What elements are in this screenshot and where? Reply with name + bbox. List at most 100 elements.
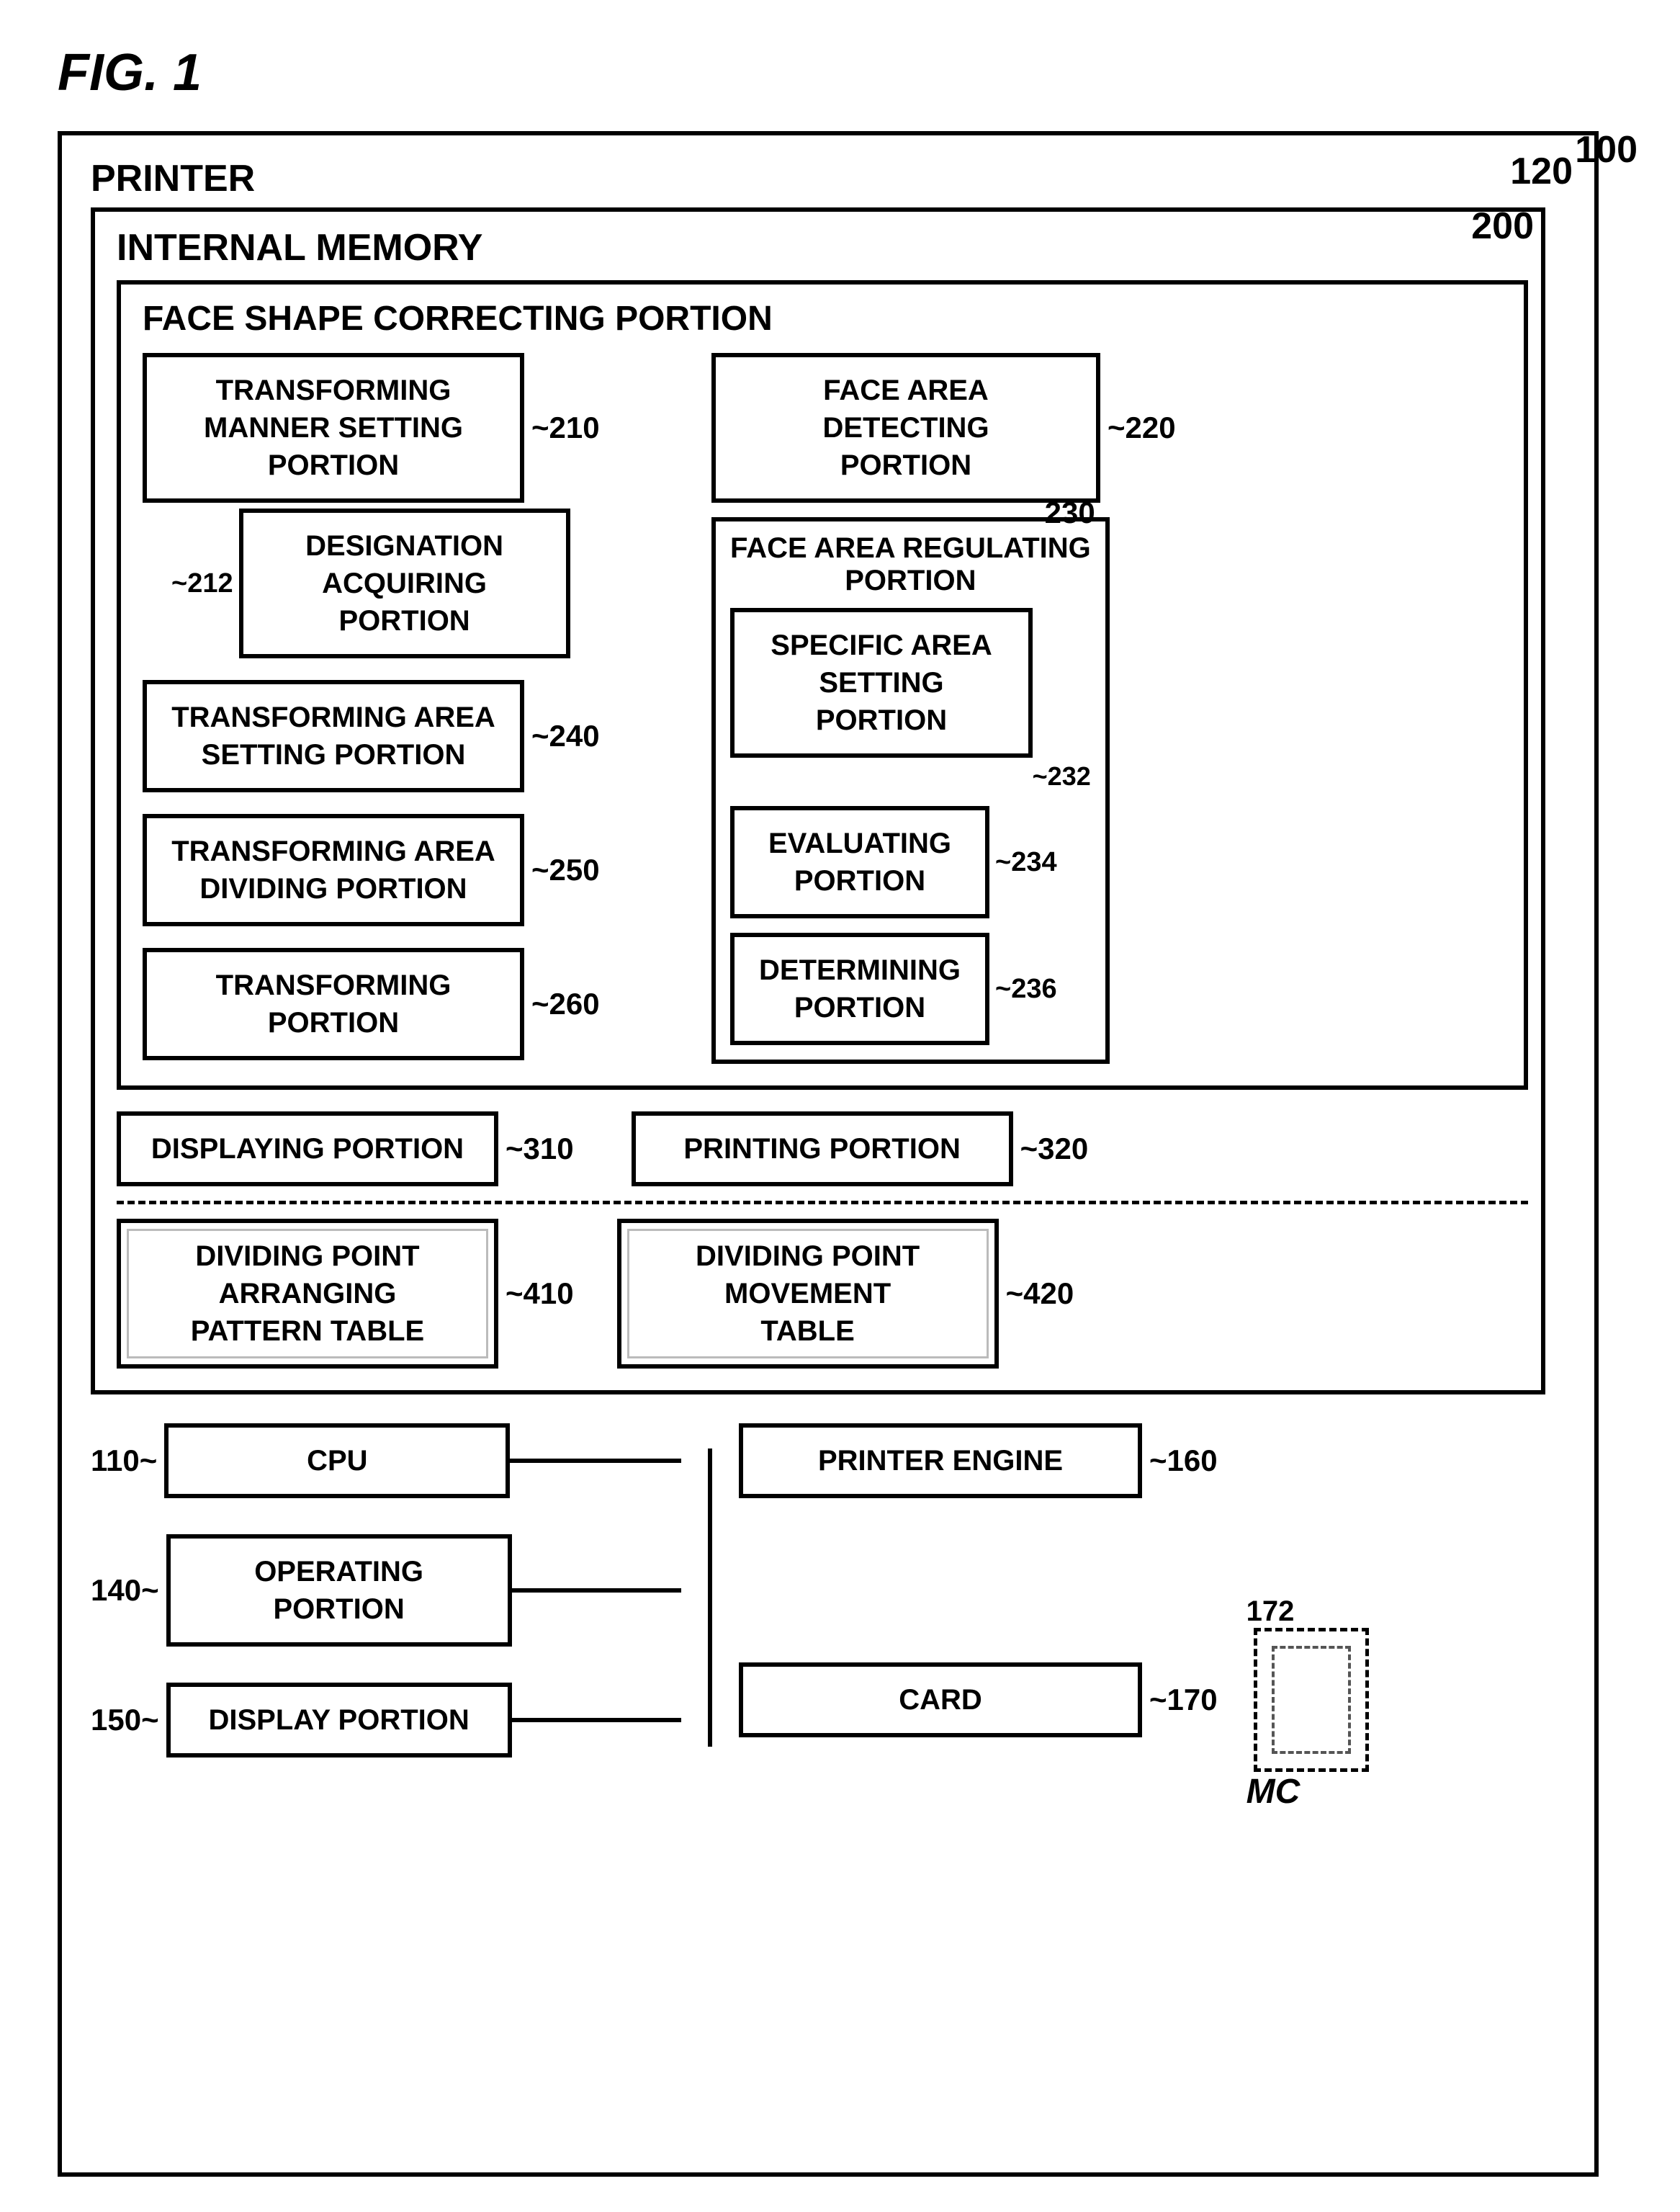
transforming-area-setting-row: TRANSFORMING AREA SETTING PORTION ~240: [143, 680, 683, 792]
vertical-connector: [708, 1448, 712, 1747]
dividing-arranging-text: DIVIDING POINT ARRANGING PATTERN TABLE: [143, 1237, 472, 1350]
face-area-detecting-text: FACE AREA DETECTING PORTION: [737, 372, 1074, 484]
center-connectors: [681, 1423, 739, 1772]
ref-250: ~250: [531, 853, 600, 887]
fig-title: FIG. 1: [58, 43, 1622, 102]
determining-text: DETERMINING PORTION: [756, 951, 963, 1026]
printer-engine-row: PRINTER ENGINE ~160: [739, 1423, 1545, 1498]
dividing-arranging-box: DIVIDING POINT ARRANGING PATTERN TABLE: [117, 1219, 498, 1369]
operating-row: 140~ OPERATING PORTION: [91, 1534, 681, 1647]
internal-memory-box: 200 INTERNAL MEMORY FACE SHAPE CORRECTIN…: [91, 207, 1545, 1394]
transforming-portion-row: TRANSFORMING PORTION ~260: [143, 948, 683, 1060]
display-connector: [512, 1718, 681, 1722]
face-area-reg-wrapper: 230 FACE AREA REGULATING PORTION SPECIFI…: [711, 517, 1110, 1064]
printer-label: PRINTER: [91, 157, 1566, 200]
ref-150: 150~: [91, 1703, 159, 1737]
printing-box: PRINTING PORTION: [632, 1111, 1013, 1186]
displaying-box: DISPLAYING PORTION: [117, 1111, 498, 1186]
face-area-reg-box: FACE AREA REGULATING PORTION SPECIFIC AR…: [711, 517, 1110, 1064]
internal-memory-label: INTERNAL MEMORY: [117, 226, 1519, 269]
displaying-row: DISPLAYING PORTION ~310: [117, 1111, 574, 1186]
display-row: 150~ DISPLAY PORTION: [91, 1683, 681, 1757]
mc-inner: [1272, 1646, 1351, 1754]
ref-212: ~212: [171, 568, 233, 599]
face-shape-right: FACE AREA DETECTING PORTION ~220 230 FAC…: [711, 353, 1502, 1064]
tables-row: DIVIDING POINT ARRANGING PATTERN TABLE ~…: [117, 1219, 1519, 1369]
ref-240: ~240: [531, 719, 600, 753]
face-shape-inner: TRANSFORMING MANNER SETTING PORTION ~210…: [143, 353, 1502, 1064]
page: FIG. 1 100 120 PRINTER 200 INTERNAL MEMO…: [0, 0, 1680, 2212]
transforming-manner-row: TRANSFORMING MANNER SETTING PORTION ~210: [143, 353, 683, 503]
ref-410: ~410: [506, 1276, 574, 1311]
ref-120: 120: [1510, 150, 1573, 193]
transforming-area-setting-box: TRANSFORMING AREA SETTING PORTION: [143, 680, 524, 792]
designation-acquiring-box: DESIGNATION ACQUIRING PORTION: [239, 509, 570, 658]
designation-acquiring-row: ~212 DESIGNATION ACQUIRING PORTION: [171, 509, 683, 658]
determining-row: DETERMINING PORTION ~236: [730, 933, 1091, 1045]
face-shape-label: FACE SHAPE CORRECTING PORTION: [143, 299, 1502, 339]
ref-236: ~236: [995, 974, 1057, 1005]
ref-420: ~420: [1006, 1276, 1074, 1311]
ref-220: ~220: [1108, 411, 1176, 445]
card-row: CARD ~170 172 MC: [739, 1628, 1545, 1772]
transforming-portion-box: TRANSFORMING PORTION: [143, 948, 524, 1060]
evaluating-row: EVALUATING PORTION ~234: [730, 806, 1091, 918]
dividing-movement-box: DIVIDING POINT MOVEMENT TABLE: [617, 1219, 999, 1369]
transforming-area-dividing-row: TRANSFORMING AREA DIVIDING PORTION ~250: [143, 814, 683, 926]
printing-text: PRINTING PORTION: [657, 1130, 987, 1168]
bottom-section: 110~ CPU 140~ OPERATING PORTION 150~: [91, 1423, 1545, 1772]
evaluating-box: EVALUATING PORTION: [730, 806, 989, 918]
cpu-box: CPU: [164, 1423, 510, 1498]
transforming-portion-text: TRANSFORMING PORTION: [169, 967, 498, 1042]
printer-engine-box: PRINTER ENGINE: [739, 1423, 1142, 1498]
ref-170: ~170: [1149, 1683, 1218, 1717]
transforming-area-setting-text: TRANSFORMING AREA SETTING PORTION: [169, 699, 498, 774]
card-box: CARD: [739, 1662, 1142, 1737]
determining-box: DETERMINING PORTION: [730, 933, 989, 1045]
ref-232-label: ~232: [730, 761, 1091, 792]
transforming-manner-text: TRANSFORMING MANNER SETTING PORTION: [169, 372, 498, 484]
mc-label: MC: [1246, 1772, 1301, 1812]
operating-box: OPERATING PORTION: [166, 1534, 512, 1647]
face-area-regulating-container: 230 FACE AREA REGULATING PORTION SPECIFI…: [711, 517, 1502, 1064]
printer-engine-text: PRINTER ENGINE: [765, 1442, 1116, 1479]
ref-110: 110~: [91, 1443, 157, 1478]
specific-area-text: SPECIFIC AREA SETTING PORTION: [756, 627, 1007, 739]
card-text: CARD: [765, 1681, 1116, 1719]
mc-box: [1254, 1628, 1369, 1772]
operating-text: OPERATING PORTION: [192, 1553, 486, 1628]
cpu-connector: [510, 1459, 681, 1463]
dashed-separator: [117, 1201, 1528, 1204]
specific-area-box: SPECIFIC AREA SETTING PORTION: [730, 608, 1033, 758]
face-area-detecting-box: FACE AREA DETECTING PORTION: [711, 353, 1100, 503]
dividing-arranging-row: DIVIDING POINT ARRANGING PATTERN TABLE ~…: [117, 1219, 574, 1369]
printing-row: PRINTING PORTION ~320: [632, 1111, 1089, 1186]
display-print-row: DISPLAYING PORTION ~310 PRINTING PORTION…: [117, 1111, 1519, 1186]
ref-320: ~320: [1020, 1132, 1089, 1166]
mc-container: 172 MC: [1239, 1628, 1369, 1772]
transforming-area-dividing-text: TRANSFORMING AREA DIVIDING PORTION: [169, 833, 498, 908]
evaluating-text: EVALUATING PORTION: [756, 825, 963, 900]
face-shape-box: FACE SHAPE CORRECTING PORTION TRANSFORMI…: [117, 280, 1528, 1090]
ref-160: ~160: [1149, 1443, 1218, 1478]
dividing-movement-text: DIVIDING POINT MOVEMENT TABLE: [643, 1237, 973, 1350]
spacer: [739, 1534, 1545, 1592]
ref-100: 100: [1575, 128, 1638, 171]
ref-234: ~234: [995, 847, 1057, 878]
ref-310: ~310: [506, 1132, 574, 1166]
operating-connector: [512, 1588, 681, 1593]
ref-172: 172: [1246, 1595, 1295, 1628]
designation-acquiring-text: DESIGNATION ACQUIRING PORTION: [265, 527, 544, 640]
ref-140: 140~: [91, 1573, 159, 1608]
ref-230-label-group: 230 FACE AREA REGULATING PORTION SPECIFI…: [711, 517, 1110, 1064]
transforming-manner-box: TRANSFORMING MANNER SETTING PORTION: [143, 353, 524, 503]
transforming-manner-group: TRANSFORMING MANNER SETTING PORTION ~210…: [143, 353, 683, 658]
displaying-text: DISPLAYING PORTION: [143, 1130, 472, 1168]
specific-area-row: SPECIFIC AREA SETTING PORTION: [730, 608, 1091, 758]
bottom-right: PRINTER ENGINE ~160 CARD ~170 172: [739, 1423, 1545, 1772]
dividing-movement-row: DIVIDING POINT MOVEMENT TABLE ~420: [617, 1219, 1074, 1369]
display-portion-box: DISPLAY PORTION: [166, 1683, 512, 1757]
ref-260: ~260: [531, 987, 600, 1021]
cpu-row: 110~ CPU: [91, 1423, 681, 1498]
face-area-detecting-row: FACE AREA DETECTING PORTION ~220: [711, 353, 1502, 503]
